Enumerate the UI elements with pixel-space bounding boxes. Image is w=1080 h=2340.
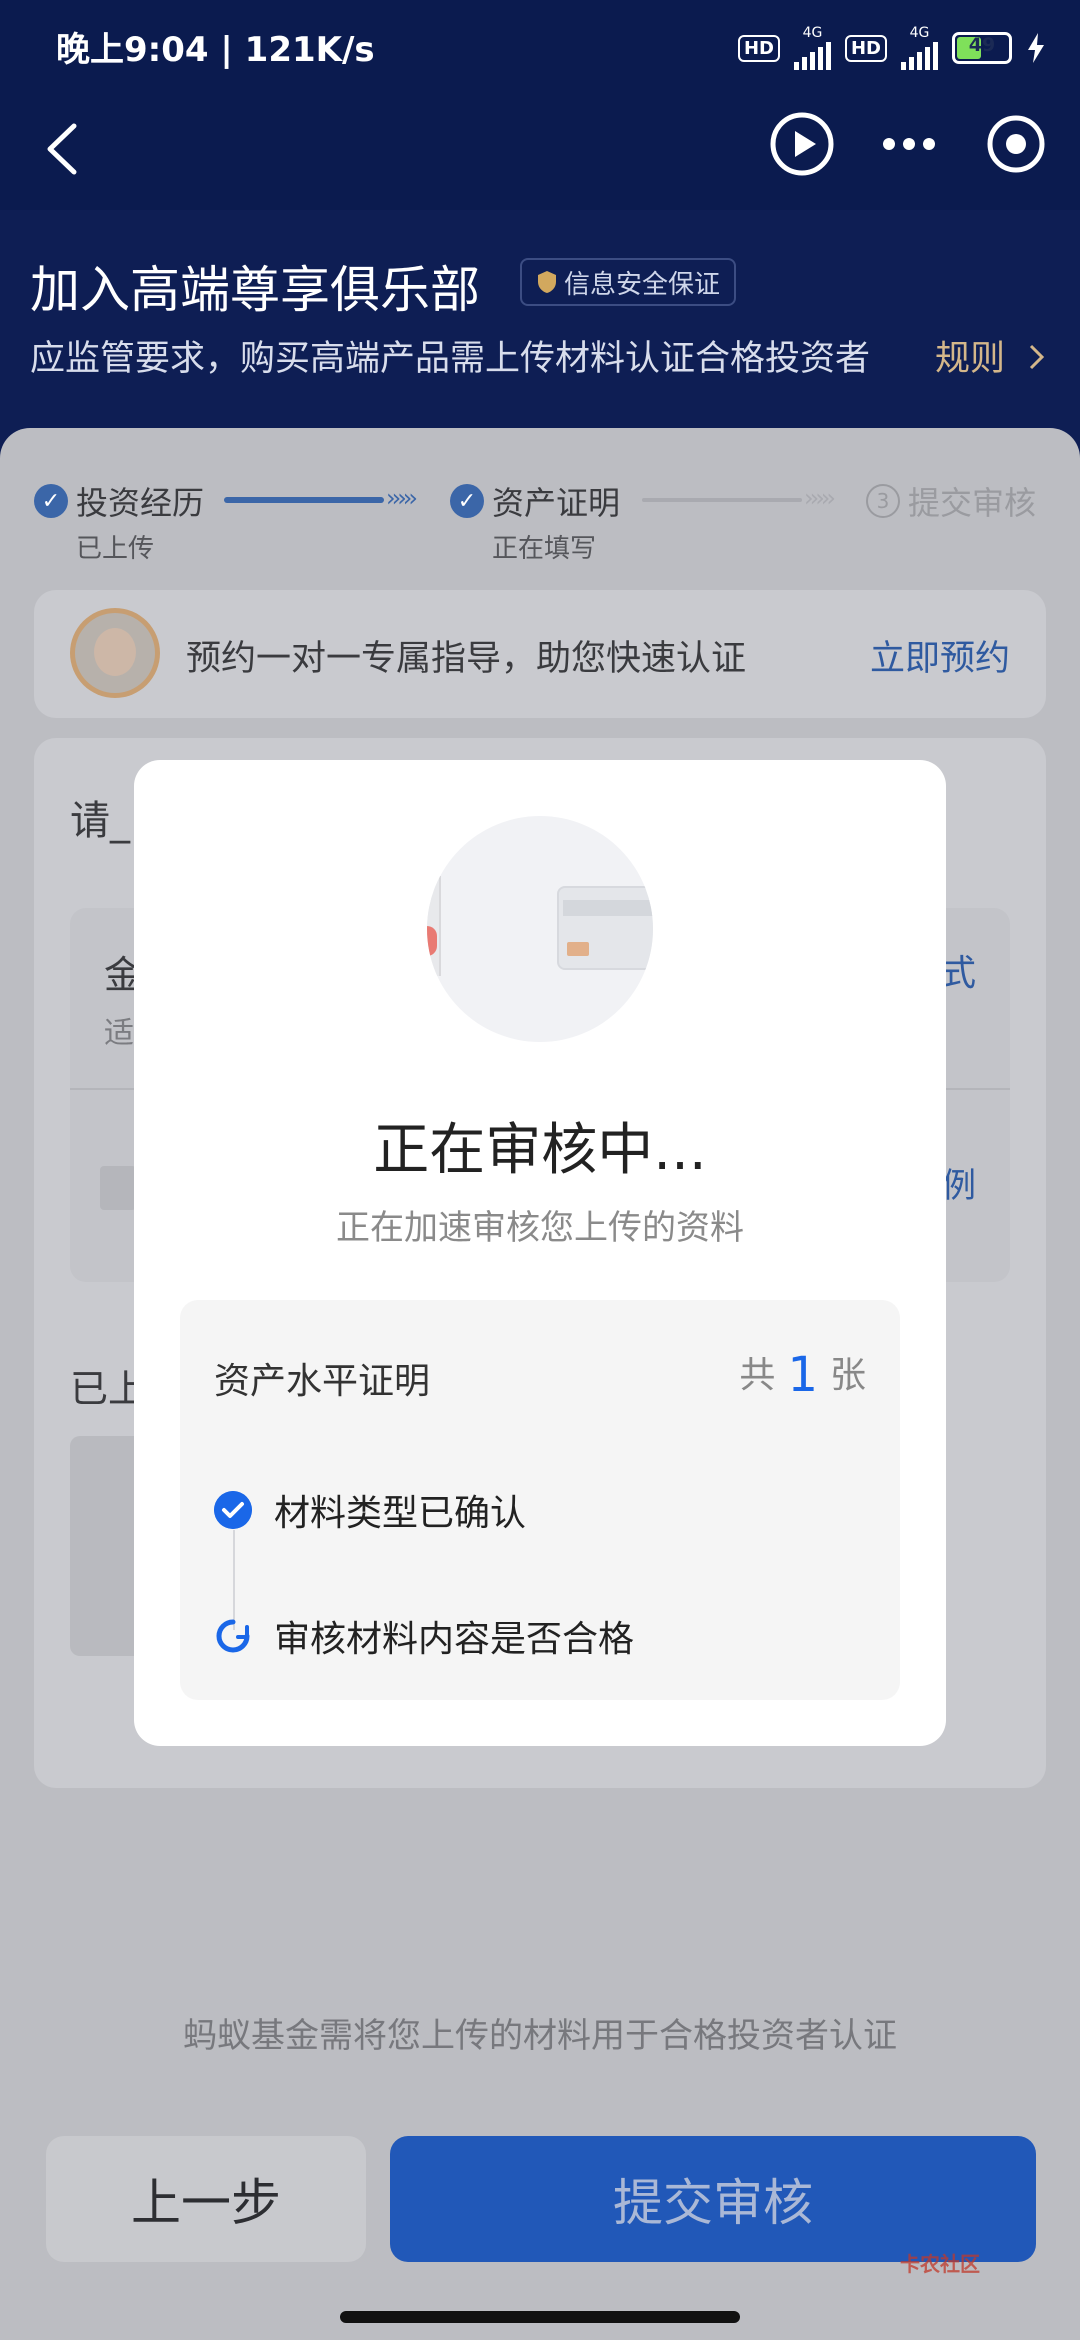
step-status: 已上传 <box>76 534 155 564</box>
loading-icon <box>216 1619 250 1653</box>
chevron-right-icon <box>1030 344 1045 370</box>
step-number: 3 <box>866 484 900 518</box>
battery-level: 49 <box>968 34 996 56</box>
doc-count: 共1张 <box>739 1346 866 1403</box>
example-link[interactable]: 例 <box>942 1158 976 1207</box>
reserve-link[interactable]: 立即预约 <box>870 630 1010 681</box>
avatar <box>70 608 160 698</box>
step-arrows: ››››› <box>386 484 418 512</box>
review-modal: 正在审核中... 正在加速审核您上传的资料 资产水平证明 共1张 材料类型已确认… <box>134 760 946 1746</box>
step-label: 投资经历 <box>76 484 205 522</box>
play-icon[interactable] <box>766 108 838 180</box>
section-heading: 请_ <box>70 798 130 844</box>
chevron-left-icon[interactable] <box>30 114 100 184</box>
step-connector <box>224 497 384 503</box>
option-desc: 适 <box>104 1016 134 1051</box>
status-time: 晚上9:04 | 121K/s <box>56 30 375 70</box>
security-badge-label: 信息安全保证 <box>564 269 721 300</box>
review-step-label: 材料类型已确认 <box>274 1493 527 1534</box>
signal-icon <box>793 40 831 70</box>
charging-icon <box>1028 33 1044 63</box>
security-badge: 信息安全保证 <box>520 258 737 306</box>
submit-button[interactable]: 提交审核 <box>390 2136 1036 2262</box>
hd-badge: HD <box>737 34 780 62</box>
doc-title: 资产水平证明 <box>214 1361 431 1402</box>
shield-icon <box>538 271 556 293</box>
modal-subtitle: 正在加速审核您上传的资料 <box>336 1208 744 1248</box>
prev-button[interactable]: 上一步 <box>46 2136 366 2262</box>
review-detail-box: 资产水平证明 共1张 材料类型已确认 审核材料内容是否合格 <box>180 1300 900 1700</box>
battery-icon: 49 <box>952 32 1012 64</box>
watermark: 卡农社区 <box>900 2252 980 2276</box>
home-indicator[interactable] <box>340 2311 740 2323</box>
hd-badge: HD <box>844 34 887 62</box>
guide-card[interactable]: 预约一对一专属指导，助您快速认证 立即预约 <box>34 590 1046 718</box>
status-icons: HD 4G HD 4G 49 <box>737 25 1046 70</box>
step-3: 3 提交审核 <box>866 478 1036 524</box>
header-subtitle: 应监管要求，购买高端产品需上传材料认证合格投资者 <box>30 339 871 379</box>
step-status: 正在填写 <box>492 534 597 564</box>
page-title: 加入高端尊享俱乐部 <box>30 261 480 319</box>
target-icon[interactable] <box>980 108 1052 180</box>
count-value: 1 <box>787 1347 818 1403</box>
status-bar: 晚上9:04 | 121K/s HD 4G HD 4G 49 <box>0 0 1080 96</box>
step-1: ✓ 投资经历 <box>34 478 204 524</box>
step-arrows: ››››› <box>804 484 836 512</box>
check-icon: ✓ <box>34 484 68 518</box>
rule-link[interactable]: 规则 <box>935 330 1050 381</box>
more-icon[interactable] <box>873 108 945 180</box>
review-step-done: 材料类型已确认 <box>214 1484 526 1536</box>
step-label: 资产证明 <box>492 484 621 522</box>
network-label: 4G <box>802 25 823 41</box>
nav-bar <box>0 96 1080 210</box>
network-label: 4G <box>909 25 930 41</box>
step-connector <box>642 498 802 502</box>
check-circle-icon <box>214 1491 252 1529</box>
guide-text: 预约一对一专属指导，助您快速认证 <box>186 639 747 679</box>
footer-notice: 蚂蚁基金需将您上传的材料用于合格投资者认证 <box>183 2016 897 2056</box>
count-prefix: 共 <box>739 1355 776 1396</box>
review-illustration <box>427 816 653 1042</box>
step-label: 提交审核 <box>908 484 1037 522</box>
signal-icon <box>901 40 938 70</box>
modal-title: 正在审核中... <box>373 1118 707 1183</box>
rule-link-label: 规则 <box>935 339 1006 379</box>
review-step-label: 审核材料内容是否合格 <box>274 1619 635 1660</box>
sample-image <box>100 1166 136 1210</box>
review-step-loading: 审核材料内容是否合格 <box>214 1610 634 1662</box>
step-2: ✓ 资产证明 <box>450 478 620 524</box>
count-unit: 张 <box>829 1355 866 1396</box>
check-icon: ✓ <box>450 484 484 518</box>
